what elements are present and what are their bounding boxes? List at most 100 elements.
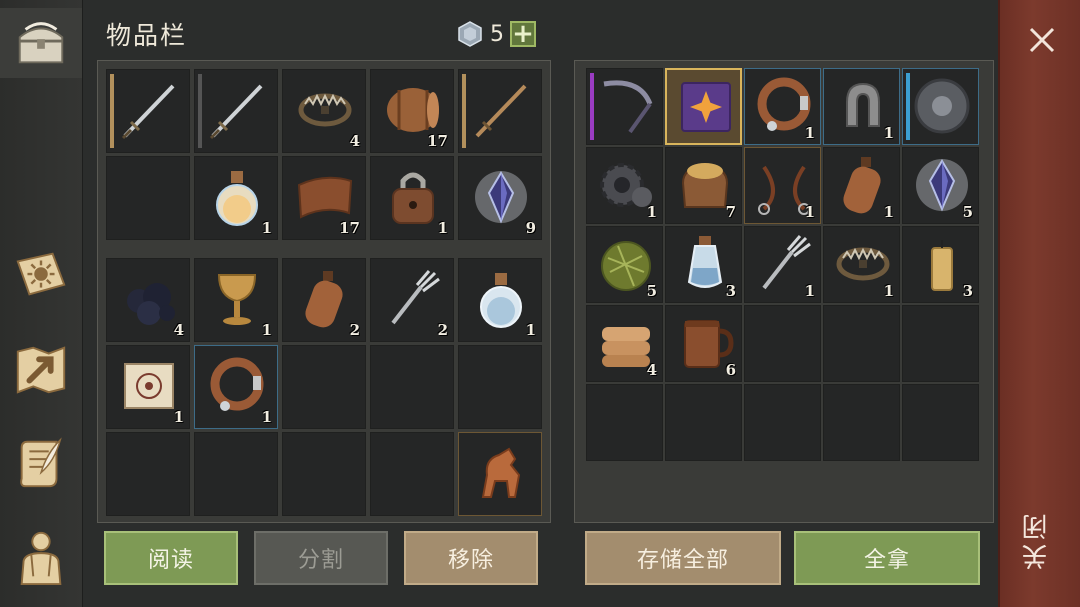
store-all-button[interactable]: 存储全部 bbox=[585, 531, 781, 585]
potion-icon bbox=[216, 171, 258, 226]
item-quantity: 1 bbox=[173, 408, 184, 426]
inventory-slot[interactable] bbox=[458, 345, 542, 429]
inventory-slot[interactable]: 4 bbox=[282, 69, 366, 153]
inventory-slot[interactable] bbox=[106, 69, 190, 153]
durability-bar bbox=[198, 74, 202, 148]
item-quantity: 1 bbox=[804, 282, 815, 300]
item-quantity: 3 bbox=[962, 282, 973, 300]
item-quantity: 2 bbox=[349, 321, 360, 339]
crystal-icon bbox=[475, 171, 527, 224]
item-quantity: 3 bbox=[725, 282, 736, 300]
inventory-slot[interactable] bbox=[282, 432, 366, 516]
item-quantity: 2 bbox=[437, 321, 448, 339]
remove-button[interactable]: 移除 bbox=[404, 531, 538, 585]
chest-tab[interactable] bbox=[0, 8, 82, 78]
storage-slot[interactable]: 6 bbox=[665, 305, 742, 382]
storage-slot[interactable] bbox=[665, 384, 742, 461]
close-icon[interactable] bbox=[1024, 22, 1060, 58]
storage-slot[interactable]: 5 bbox=[586, 226, 663, 303]
coal-icon bbox=[127, 283, 175, 325]
item-quantity: 17 bbox=[427, 132, 448, 150]
inventory-slot[interactable] bbox=[282, 345, 366, 429]
inventory-slot[interactable] bbox=[370, 432, 454, 516]
inventory-slot[interactable]: 9 bbox=[458, 156, 542, 240]
inventory-slot[interactable]: 17 bbox=[282, 156, 366, 240]
item-quantity: 6 bbox=[725, 361, 736, 379]
storage-slot[interactable]: 7 bbox=[665, 147, 742, 224]
storage-slot[interactable] bbox=[744, 305, 821, 382]
goblet-icon bbox=[217, 274, 257, 325]
quest-tab[interactable] bbox=[6, 428, 76, 498]
storage-slot[interactable]: 4 bbox=[586, 305, 663, 382]
inventory-slot[interactable]: 17 bbox=[370, 69, 454, 153]
storage-slot[interactable] bbox=[902, 384, 979, 461]
padlock-icon bbox=[392, 172, 434, 224]
inventory-slot[interactable] bbox=[458, 432, 542, 516]
flask-icon bbox=[305, 271, 343, 328]
close-label[interactable]: 关闭 bbox=[1018, 510, 1064, 570]
character-tab[interactable] bbox=[6, 522, 76, 592]
inventory-slot[interactable]: 1 bbox=[194, 156, 278, 240]
storage-slot[interactable] bbox=[744, 384, 821, 461]
item-quantity: 5 bbox=[646, 282, 657, 300]
storage-slot[interactable] bbox=[586, 68, 663, 145]
item-quantity: 1 bbox=[883, 124, 894, 142]
inventory-slot[interactable]: 2 bbox=[282, 258, 366, 342]
storage-slot[interactable] bbox=[823, 305, 900, 382]
split-button[interactable]: 分割 bbox=[254, 531, 388, 585]
storage-slot[interactable]: 1 bbox=[823, 147, 900, 224]
inventory-slot[interactable] bbox=[370, 345, 454, 429]
item-quantity: 1 bbox=[883, 203, 894, 221]
item-quantity: 1 bbox=[804, 124, 815, 142]
take-all-button[interactable]: 全拿 bbox=[794, 531, 980, 585]
storage-slot[interactable]: 1 bbox=[744, 226, 821, 303]
storage-slot[interactable] bbox=[586, 384, 663, 461]
storage-slot[interactable]: 3 bbox=[665, 226, 742, 303]
inventory-slot[interactable]: 4 bbox=[106, 258, 190, 342]
storage-slot[interactable]: 1 bbox=[586, 147, 663, 224]
storage-slot[interactable]: 1 bbox=[823, 226, 900, 303]
inventory-slot[interactable] bbox=[194, 432, 278, 516]
item-quantity: 1 bbox=[261, 219, 272, 237]
item-quantity: 1 bbox=[261, 408, 272, 426]
inventory-slot[interactable]: 2 bbox=[370, 258, 454, 342]
inventory-slot[interactable]: 1 bbox=[370, 156, 454, 240]
storage-slot[interactable]: 5 bbox=[902, 147, 979, 224]
character-icon bbox=[20, 531, 62, 586]
close-strip[interactable]: 关闭 bbox=[998, 0, 1080, 607]
storage-slot[interactable]: 1 bbox=[823, 68, 900, 145]
spellbook-icon bbox=[681, 82, 731, 132]
storage-slot[interactable]: 1 bbox=[744, 147, 821, 224]
storage-slot[interactable] bbox=[665, 68, 742, 145]
read-button[interactable]: 阅读 bbox=[104, 531, 238, 585]
inventory-slot[interactable] bbox=[458, 69, 542, 153]
inventory-slot[interactable]: 1 bbox=[106, 345, 190, 429]
tab-sidebar bbox=[0, 0, 83, 607]
item-quantity: 1 bbox=[525, 321, 536, 339]
sword-icon bbox=[209, 84, 263, 140]
horse-figurine-icon bbox=[481, 447, 521, 498]
storage-slot[interactable]: 3 bbox=[902, 226, 979, 303]
item-quantity: 4 bbox=[646, 361, 657, 379]
inventory-slot[interactable] bbox=[106, 432, 190, 516]
inventory-slot[interactable] bbox=[106, 156, 190, 240]
item-quantity: 7 bbox=[725, 203, 736, 221]
item-quantity: 4 bbox=[173, 321, 184, 339]
map-arrow-icon bbox=[16, 346, 66, 394]
sun-book-icon bbox=[16, 252, 66, 296]
skills-tab[interactable] bbox=[6, 240, 76, 310]
sword-icon bbox=[121, 84, 175, 140]
gem-icon bbox=[458, 21, 482, 47]
item-quantity: 1 bbox=[646, 203, 657, 221]
storage-slot[interactable] bbox=[902, 68, 979, 145]
inventory-slot[interactable]: 1 bbox=[458, 258, 542, 342]
bear-trap-icon bbox=[298, 93, 352, 127]
map-tab[interactable] bbox=[6, 334, 76, 404]
inventory-slot[interactable] bbox=[194, 69, 278, 153]
storage-slot[interactable]: 1 bbox=[744, 68, 821, 145]
add-gems-button[interactable]: + bbox=[510, 21, 536, 47]
storage-slot[interactable] bbox=[902, 305, 979, 382]
inventory-slot[interactable]: 1 bbox=[194, 345, 278, 429]
inventory-slot[interactable]: 1 bbox=[194, 258, 278, 342]
storage-slot[interactable] bbox=[823, 384, 900, 461]
